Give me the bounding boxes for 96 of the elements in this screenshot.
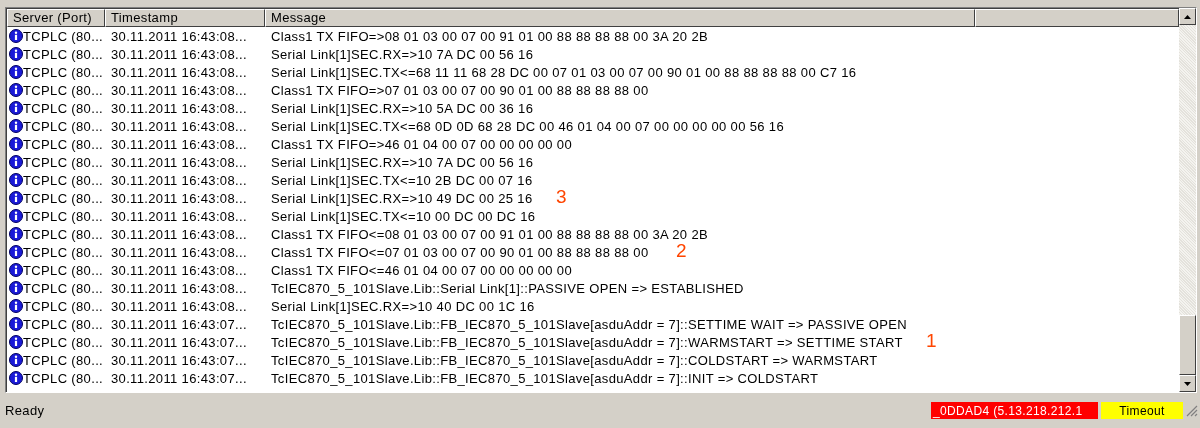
timestamp-cell: 30.11.2011 16:43:07...: [111, 334, 247, 350]
scroll-thumb[interactable]: [1179, 315, 1196, 375]
info-icon: [9, 263, 23, 277]
server-cell: TCPLC (80...: [23, 352, 104, 368]
timestamp-cell: 30.11.2011 16:43:08...: [111, 172, 247, 188]
message-cell: TcIEC870_5_101Slave.Lib::Serial Link[1]::PASSIVE OPEN => ESTABLISHED: [271, 280, 744, 296]
timestamp-cell: 30.11.2011 16:43:08...: [111, 190, 247, 206]
server-cell: TCPLC (80...: [23, 226, 104, 242]
status-panel: _0DDAD4 (5.13.218.212.1: [931, 402, 1098, 419]
timestamp-cell: 30.11.2011 16:43:08...: [111, 154, 247, 170]
scroll-up-button[interactable]: [1179, 8, 1196, 25]
timestamp-cell: 30.11.2011 16:43:08...: [111, 46, 247, 62]
column-header[interactable]: [975, 9, 1179, 27]
info-icon: [9, 119, 23, 133]
annotation-number: 3: [556, 188, 567, 206]
info-icon: [9, 353, 23, 367]
server-cell: TCPLC (80...: [23, 28, 104, 44]
server-cell: TCPLC (80...: [23, 172, 104, 188]
server-cell: TCPLC (80...: [23, 370, 104, 386]
timestamp-cell: 30.11.2011 16:43:07...: [111, 370, 247, 386]
message-cell: Serial Link[1]SEC.TX<=68 11 11 68 28 DC 00 07 01 03 00 07 00 90 01 00 88 88 88 88 00 C7 16: [271, 64, 857, 80]
info-icon: [9, 155, 23, 169]
server-cell: TCPLC (80...: [23, 82, 104, 98]
info-icon: [9, 137, 23, 151]
message-cell: TcIEC870_5_101Slave.Lib::FB_IEC870_5_101Slave[asduAddr = 7]::WARMSTART => SETTIME START: [271, 334, 903, 350]
server-cell: TCPLC (80...: [23, 154, 104, 170]
timestamp-cell: 30.11.2011 16:43:08...: [111, 118, 247, 134]
message-cell: Serial Link[1]SEC.TX<=10 00 DC 00 DC 16: [271, 208, 536, 224]
timestamp-cell: 30.11.2011 16:43:07...: [111, 316, 247, 332]
timestamp-cell: 30.11.2011 16:43:08...: [111, 136, 247, 152]
info-icon: [9, 65, 23, 79]
timestamp-cell: 30.11.2011 16:43:08...: [111, 280, 247, 296]
scroll-down-button[interactable]: [1179, 375, 1196, 392]
info-icon: [9, 173, 23, 187]
server-cell: TCPLC (80...: [23, 244, 104, 260]
info-icon: [9, 29, 23, 43]
info-icon: [9, 227, 23, 241]
timestamp-cell: 30.11.2011 16:43:08...: [111, 298, 247, 314]
message-cell: Serial Link[1]SEC.TX<=68 0D 0D 68 28 DC 00 46 01 04 00 07 00 00 00 00 00 56 16: [271, 118, 784, 134]
message-cell: Serial Link[1]SEC.RX=>10 40 DC 00 1C 16: [271, 298, 535, 314]
server-cell: TCPLC (80...: [23, 208, 104, 224]
info-icon: [9, 191, 23, 205]
timestamp-cell: 30.11.2011 16:43:08...: [111, 226, 247, 242]
message-cell: Serial Link[1]SEC.RX=>10 7A DC 00 56 16: [271, 46, 534, 62]
info-icon: [9, 83, 23, 97]
message-cell: Serial Link[1]SEC.RX=>10 7A DC 00 56 16: [271, 154, 534, 170]
timestamp-cell: 30.11.2011 16:43:08...: [111, 208, 247, 224]
message-cell: Class1 TX FIFO=>08 01 03 00 07 00 91 01 00 88 88 88 88 00 3A 20 2B: [271, 28, 708, 44]
server-cell: TCPLC (80...: [23, 136, 104, 152]
info-icon: [9, 47, 23, 61]
message-cell: Class1 TX FIFO<=07 01 03 00 07 00 90 01 00 88 88 88 88 00: [271, 244, 649, 260]
message-cell: Class1 TX FIFO=>46 01 04 00 07 00 00 00 00 00: [271, 136, 572, 152]
status-text: Ready: [5, 403, 46, 418]
server-cell: TCPLC (80...: [23, 118, 104, 134]
message-cell: Serial Link[1]SEC.RX=>10 5A DC 00 36 16: [271, 100, 534, 116]
column-header[interactable]: Message: [265, 9, 975, 27]
message-cell: TcIEC870_5_101Slave.Lib::FB_IEC870_5_101Slave[asduAddr = 7]::COLDSTART => WARMSTART: [271, 352, 878, 368]
timestamp-cell: 30.11.2011 16:43:08...: [111, 262, 247, 278]
timestamp-cell: 30.11.2011 16:43:07...: [111, 352, 247, 368]
server-cell: TCPLC (80...: [23, 298, 104, 314]
info-icon: [9, 209, 23, 223]
message-cell: TcIEC870_5_101Slave.Lib::FB_IEC870_5_101Slave[asduAddr = 7]::INIT => COLDSTART: [271, 370, 819, 386]
server-cell: TCPLC (80...: [23, 334, 104, 350]
timestamp-cell: 30.11.2011 16:43:08...: [111, 28, 247, 44]
server-cell: TCPLC (80...: [23, 316, 104, 332]
server-cell: TCPLC (80...: [23, 190, 104, 206]
timestamp-cell: 30.11.2011 16:43:08...: [111, 244, 247, 260]
info-icon: [9, 281, 23, 295]
message-cell: TcIEC870_5_101Slave.Lib::FB_IEC870_5_101Slave[asduAddr = 7]::SETTIME WAIT => PASSIVE OPEN: [271, 316, 908, 332]
timestamp-cell: 30.11.2011 16:43:08...: [111, 64, 247, 80]
info-icon: [9, 245, 23, 259]
info-icon: [9, 371, 23, 385]
resize-grip-icon[interactable]: [1186, 404, 1198, 417]
server-cell: TCPLC (80...: [23, 46, 104, 62]
timestamp-cell: 30.11.2011 16:43:08...: [111, 100, 247, 116]
server-cell: TCPLC (80...: [23, 100, 104, 116]
annotation-number: 1: [926, 332, 937, 350]
status-panel: Timeout: [1101, 402, 1183, 419]
info-icon: [9, 299, 23, 313]
message-cell: Class1 TX FIFO=>07 01 03 00 07 00 90 01 00 88 88 88 88 00: [271, 82, 649, 98]
up-arrow-icon: [1184, 14, 1191, 19]
server-cell: TCPLC (80...: [23, 64, 104, 80]
message-cell: Class1 TX FIFO<=08 01 03 00 07 00 91 01 00 88 88 88 88 00 3A 20 2B: [271, 226, 708, 242]
down-arrow-icon: [1184, 381, 1191, 386]
timestamp-cell: 30.11.2011 16:43:08...: [111, 82, 247, 98]
server-cell: TCPLC (80...: [23, 280, 104, 296]
info-icon: [9, 317, 23, 331]
annotation-number: 2: [676, 242, 687, 260]
column-header[interactable]: Timestamp: [105, 9, 265, 27]
column-header[interactable]: Server (Port): [7, 9, 105, 27]
info-icon: [9, 335, 23, 349]
message-cell: Class1 TX FIFO<=46 01 04 00 07 00 00 00 00 00: [271, 262, 572, 278]
info-icon: [9, 101, 23, 115]
server-cell: TCPLC (80...: [23, 262, 104, 278]
message-cell: Serial Link[1]SEC.TX<=10 2B DC 00 07 16: [271, 172, 533, 188]
message-cell: Serial Link[1]SEC.RX=>10 49 DC 00 25 16: [271, 190, 533, 206]
